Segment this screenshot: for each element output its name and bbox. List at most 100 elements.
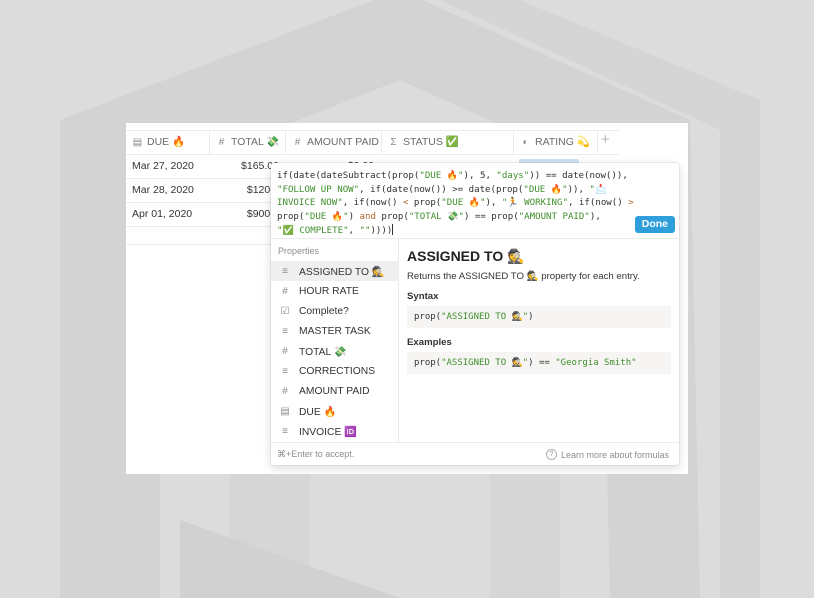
calendar-icon: ▤ <box>132 137 143 148</box>
table-row[interactable]: Mar 28, 2020 $120.0 <box>126 178 281 203</box>
property-item-total[interactable]: # TOTAL 💸 <box>271 341 398 361</box>
code-text: ) <box>528 312 534 322</box>
formula-string: "FOLLOW UP NOW" <box>277 184 360 195</box>
formula-text: prop( <box>375 211 409 222</box>
code-string: "ASSIGNED TO 🕵️" <box>441 312 529 322</box>
column-label: RATING 💫 <box>535 136 590 148</box>
formula-string: "TOTAL 💸" <box>408 211 464 222</box>
formula-text: , <box>348 226 360 236</box>
help-icon: ? <box>545 449 557 460</box>
formula-string: "✅ COMPLETE" <box>277 226 349 236</box>
column-header-total[interactable]: # TOTAL 💸 <box>210 131 286 154</box>
table-header: ▤ DUE 🔥 # TOTAL 💸 # AMOUNT PAID Σ STATUS… <box>126 130 619 155</box>
property-item-corrections[interactable]: ≡ CORRECTIONS <box>271 361 398 381</box>
property-item-due[interactable]: ▤ DUE 🔥 <box>271 401 398 421</box>
formula-string: INVOICE NOW" <box>277 198 343 208</box>
number-icon: # <box>218 137 225 148</box>
formula-string: "DUE 🔥" <box>304 211 349 222</box>
due-cell: Apr 01, 2020 <box>132 208 193 220</box>
text-icon: ≡ <box>282 425 288 437</box>
formula-text: ), <box>485 198 502 208</box>
examples-heading: Examples <box>407 337 452 348</box>
table-row[interactable]: Apr 01, 2020 $900.0 <box>126 202 281 227</box>
text-icon: ≡ <box>282 325 288 337</box>
column-label: TOTAL 💸 <box>231 136 280 148</box>
property-label: ASSIGNED TO 🕵️ <box>299 266 385 278</box>
code-string: "Georgia Smith" <box>555 358 637 368</box>
keyboard-hint: ⌘+Enter to accept. <box>277 449 355 459</box>
formula-operator: and <box>359 211 376 222</box>
formula-string: "🏃 WORKING" <box>501 198 568 208</box>
syntax-heading: Syntax <box>407 291 439 302</box>
done-button[interactable]: Done <box>634 216 675 233</box>
detail-title: ASSIGNED TO 🕵️ <box>407 248 525 264</box>
formula-text: if(date(dateSubtract(prop( <box>277 171 420 181</box>
rating-icon: ◐ <box>522 137 529 148</box>
calendar-icon: ▤ <box>280 405 290 417</box>
code-text: ) == <box>528 358 556 368</box>
formula-string: "DUE 🔥" <box>523 184 568 195</box>
formula-operator: > <box>628 198 634 208</box>
due-cell: Mar 27, 2020 <box>132 160 194 172</box>
property-item-master-task[interactable]: ≡ MASTER TASK <box>271 321 398 341</box>
sigma-icon: Σ <box>390 137 397 148</box>
property-item-amount-paid[interactable]: # AMOUNT PAID <box>271 381 398 401</box>
property-item-invoice[interactable]: ≡ INVOICE 🆔 <box>271 421 398 441</box>
property-label: INVOICE 🆔 <box>299 426 358 438</box>
formula-editor-popup: if(date(dateSubtract(prop("DUE 🔥"), 5, "… <box>271 163 679 465</box>
database-window: ▤ DUE 🔥 # TOTAL 💸 # AMOUNT PAID Σ STATUS… <box>126 123 688 474</box>
learn-more-link[interactable]: ? Learn more about formulas <box>545 449 669 460</box>
property-label: MASTER TASK <box>299 325 371 337</box>
number-icon: # <box>282 285 288 297</box>
column-label: AMOUNT PAID <box>307 136 379 148</box>
add-column-button[interactable]: + <box>601 131 610 148</box>
properties-sidebar: Properties ≡ ASSIGNED TO 🕵️ # HOUR RATE … <box>271 239 399 443</box>
formula-text: ) == prop( <box>463 211 519 222</box>
formula-text: prop( <box>277 211 305 222</box>
property-item-complete[interactable]: ☑ Complete? <box>271 301 398 321</box>
number-icon: # <box>294 137 301 148</box>
table-row-empty <box>126 226 281 245</box>
table-row[interactable]: Mar 27, 2020 $165.00 <box>126 154 281 179</box>
formula-text: ), 5, <box>463 171 497 181</box>
formula-text: , if(now() <box>567 198 629 208</box>
property-label: HOUR RATE <box>299 285 359 297</box>
formula-text: ), <box>589 211 601 222</box>
property-item-hour-rate[interactable]: # HOUR RATE <box>271 281 398 301</box>
column-label: STATUS ✅ <box>403 136 459 148</box>
due-cell: Mar 28, 2020 <box>132 184 194 196</box>
property-label: TOTAL 💸 <box>299 346 347 358</box>
formula-text: prop( <box>408 198 442 208</box>
column-header-rating[interactable]: ◐ RATING 💫 <box>514 131 598 154</box>
code-text: prop( <box>414 312 442 322</box>
column-header-status[interactable]: Σ STATUS ✅ <box>382 131 514 154</box>
formula-string: "" <box>359 226 371 236</box>
code-text: prop( <box>414 358 442 368</box>
code-string: "ASSIGNED TO 🕵️" <box>441 358 529 368</box>
column-header-amount-paid[interactable]: # AMOUNT PAID <box>286 131 382 154</box>
text-cursor <box>392 224 394 235</box>
column-label: DUE 🔥 <box>147 136 186 148</box>
formula-text: )), <box>567 184 590 195</box>
learn-more-label: Learn more about formulas <box>560 449 669 460</box>
column-header-due[interactable]: ▤ DUE 🔥 <box>126 131 210 154</box>
example-code: prop("ASSIGNED TO 🕵️") == "Georgia Smith… <box>407 352 671 374</box>
detail-description: Returns the ASSIGNED TO 🕵️ property for … <box>407 271 640 282</box>
formula-text: ) <box>348 211 360 222</box>
formula-string: "DUE 🔥" <box>441 198 486 208</box>
property-label: DUE 🔥 <box>299 406 337 418</box>
property-label: Complete? <box>299 305 349 317</box>
formula-string: "days" <box>496 171 530 181</box>
formula-text: , if(now() <box>342 198 403 208</box>
formula-string: "AMOUNT PAID" <box>518 211 590 222</box>
formula-text: , if(date(now()) >= date(prop( <box>359 184 524 195</box>
number-icon: # <box>282 385 288 397</box>
number-icon: # <box>282 345 288 357</box>
formula-input[interactable]: if(date(dateSubtract(prop("DUE 🔥"), 5, "… <box>277 170 637 239</box>
property-label: AMOUNT PAID <box>299 385 370 397</box>
formula-string: "DUE 🔥" <box>419 171 464 181</box>
checkbox-icon: ☑ <box>280 305 290 317</box>
text-icon: ≡ <box>282 265 288 277</box>
property-item-assigned-to[interactable]: ≡ ASSIGNED TO 🕵️ <box>271 261 398 281</box>
properties-heading: Properties <box>278 246 320 256</box>
